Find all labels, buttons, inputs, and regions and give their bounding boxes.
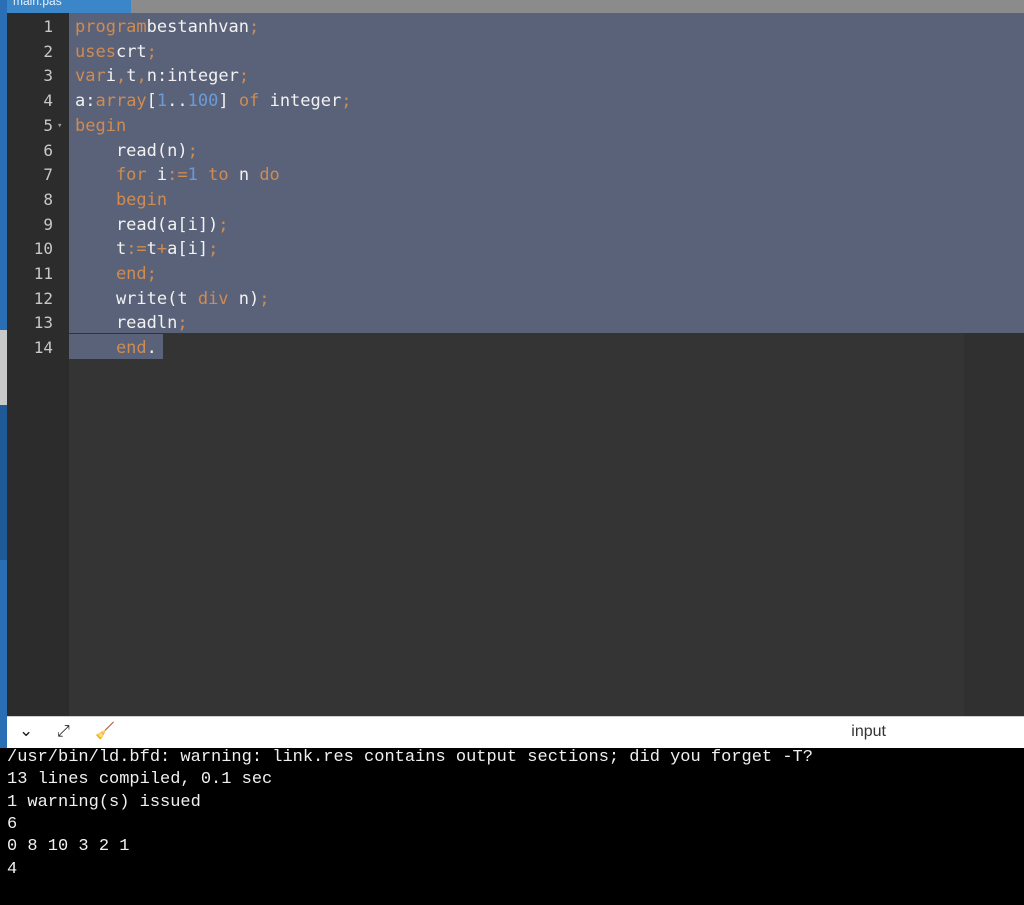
code-token: to (197, 165, 229, 186)
code-text: end; (75, 262, 157, 287)
code-token: begin (75, 115, 127, 136)
code-token: 1 (187, 165, 198, 186)
line-number: 1 (43, 17, 53, 36)
code-token: uses (75, 41, 116, 62)
print-margin (964, 333, 1024, 716)
code-token: for (75, 165, 147, 186)
code-token: ; (208, 239, 219, 260)
code-token: write(t (75, 288, 198, 309)
code-text: for i:=1 to n do (75, 163, 280, 188)
code-token: bestanhvan (146, 17, 250, 37)
fold-arrow-icon[interactable]: ▾ (57, 114, 62, 139)
console-line: 6 (7, 814, 18, 834)
line-number: 5 (43, 115, 53, 135)
code-text: end. (75, 336, 157, 361)
line-number: 11 (33, 264, 53, 283)
code-token: crt (115, 41, 147, 62)
code-token: ; (187, 140, 198, 161)
line-number: 9 (43, 214, 53, 234)
tab-label: main.pas (13, 0, 62, 8)
code-token: := (167, 165, 188, 186)
code-token: i (146, 165, 168, 186)
code-token: i (105, 66, 116, 87)
code-token: 100 (187, 91, 219, 112)
line-number: 7 (43, 165, 53, 185)
code-token: , (136, 66, 147, 87)
code-token: + (156, 239, 168, 260)
code-token: ; (146, 41, 157, 62)
code-token: t (126, 66, 137, 87)
input-tab-label[interactable]: input (851, 723, 886, 741)
tab-main-pas[interactable]: main.pas (7, 0, 131, 13)
code-text: readln; (75, 311, 188, 336)
code-token: .. (167, 91, 188, 112)
code-text: read(n); (75, 139, 198, 164)
code-token: ; (341, 91, 352, 112)
code-token: program (75, 17, 147, 37)
line-number: 10 (33, 239, 53, 259)
code-token: end (75, 264, 147, 284)
console-toolbar: ⌄ ⤢ 🧹 input (7, 716, 1024, 748)
code-text: a:array[1..100] of integer; (75, 89, 351, 114)
line-number: 8 (43, 189, 53, 209)
code-token: read(a[i]) (75, 214, 219, 235)
console-output[interactable]: /usr/bin/ld.bfd: warning: link.res conta… (0, 748, 1024, 905)
code-token: ; (146, 264, 157, 284)
code-token: read(n) (75, 140, 188, 161)
code-token: begin (75, 189, 168, 210)
code-token: div (197, 288, 229, 309)
code-token: a: (75, 91, 96, 112)
code-token: of (238, 91, 260, 112)
code-token: ; (177, 313, 188, 334)
code-token: ; (238, 66, 250, 87)
line-number: 14 (33, 338, 53, 358)
line-number: 13 (33, 313, 53, 333)
code-text: vari,t,n:integer; (75, 64, 249, 89)
code-text: programbestanhvan; (75, 15, 259, 40)
code-token: ; (218, 214, 229, 235)
code-text: begin (75, 188, 167, 213)
code-token: 1 (156, 91, 168, 112)
chevron-down-icon[interactable]: ⌄ (19, 721, 33, 741)
line-number: 12 (33, 288, 53, 308)
tab-bar: main.pas (7, 0, 1024, 13)
code-token: [ (146, 91, 157, 112)
code-editor[interactable]: 1 programbestanhvan; 2 usescrt; 3 vari,t,n:in… (7, 13, 1024, 716)
code-token: array (95, 91, 147, 112)
code-token: integer (259, 91, 342, 112)
code-text: usescrt; (75, 40, 157, 65)
line-number: 6 (43, 140, 53, 160)
code-token: readln (75, 313, 178, 334)
code-token: n) (228, 288, 260, 309)
console-line: 13 lines compiled, 0.1 sec (7, 770, 273, 790)
code-text: begin (75, 114, 126, 139)
code-token: ] (218, 91, 239, 112)
console-line: 1 warning(s) issued (7, 792, 201, 812)
line-number: 4 (43, 91, 53, 111)
code-token: end (75, 338, 147, 359)
code-token: := (126, 239, 147, 260)
code-token: do (259, 165, 280, 186)
code-token: t (146, 239, 157, 260)
code-token: . (146, 338, 157, 359)
code-token: t (75, 239, 127, 260)
code-token: , (115, 66, 127, 87)
code-text: write(t div n); (75, 287, 270, 312)
code-text: t:=t+a[i]; (75, 237, 218, 262)
code-token: ; (259, 288, 270, 309)
code-token: a[i] (167, 239, 209, 260)
console-line: 0 8 10 3 2 1 (7, 837, 130, 857)
code-token: n:integer (146, 66, 239, 87)
line-number: 2 (43, 41, 53, 61)
console-line: /usr/bin/ld.bfd: warning: link.res conta… (7, 748, 813, 767)
code-token: ; (249, 17, 260, 37)
code-token: var (75, 66, 106, 87)
line-number: 3 (43, 66, 53, 86)
code-text: read(a[i]); (75, 213, 229, 238)
clear-icon[interactable]: 🧹 (95, 721, 115, 740)
code-token: n (228, 165, 260, 186)
expand-icon[interactable]: ⤢ (57, 721, 70, 741)
console-line: 4 (7, 859, 18, 879)
